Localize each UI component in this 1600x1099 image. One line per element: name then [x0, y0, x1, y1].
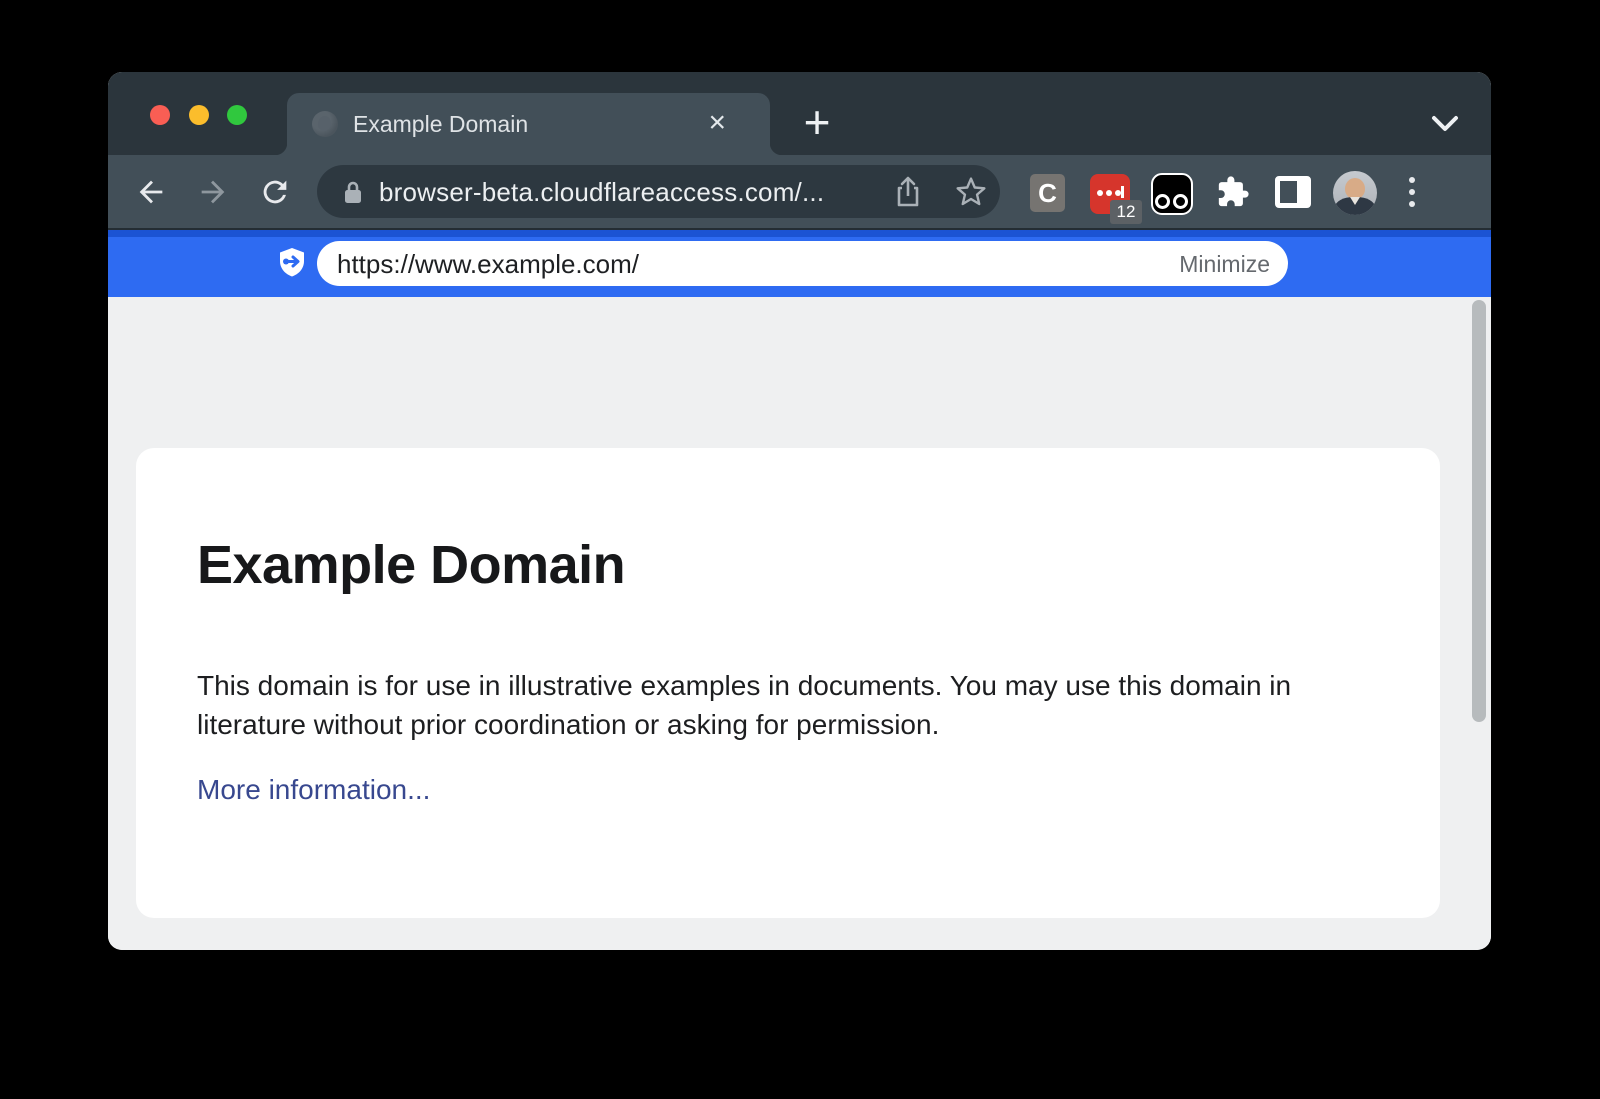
browser-window: Example Domain × + browser-beta.cloudfla…	[108, 72, 1491, 950]
tab-search-chevron-icon[interactable]	[1426, 110, 1464, 138]
extension-two-circles-icon[interactable]	[1151, 173, 1193, 215]
toolbar: browser-beta.cloudflareaccess.com/... C …	[108, 155, 1491, 228]
page-paragraph: This domain is for use in illustrative e…	[197, 666, 1352, 744]
forward-button[interactable]	[196, 175, 230, 209]
scrollbar-thumb[interactable]	[1472, 300, 1486, 722]
traffic-close-button[interactable]	[150, 105, 170, 125]
tab-example-domain[interactable]: Example Domain ×	[287, 93, 770, 155]
avatar-face	[1345, 178, 1365, 199]
profile-avatar[interactable]	[1333, 171, 1377, 215]
more-information-link[interactable]: More information...	[197, 774, 430, 806]
traffic-zoom-button[interactable]	[227, 105, 247, 125]
password-dots-icon	[1097, 190, 1103, 196]
minimize-button[interactable]: Minimize	[1179, 251, 1270, 278]
tab-title: Example Domain	[353, 111, 528, 138]
new-tab-button[interactable]: +	[794, 101, 840, 147]
reload-button[interactable]	[258, 175, 292, 209]
back-button[interactable]	[134, 175, 168, 209]
circle-left-icon	[1155, 194, 1170, 209]
extension-letter-c-icon[interactable]: C	[1030, 174, 1065, 212]
extension-badge-count: 12	[1110, 200, 1142, 224]
share-icon[interactable]	[893, 176, 923, 208]
circle-right-icon	[1173, 194, 1188, 209]
bookmark-star-icon[interactable]	[955, 176, 987, 208]
side-panel-icon[interactable]	[1275, 176, 1311, 208]
isolation-url-value[interactable]: https://www.example.com/	[337, 249, 639, 280]
extension-password-manager-icon[interactable]: 12	[1090, 174, 1130, 214]
address-url-text[interactable]: browser-beta.cloudflareaccess.com/...	[379, 177, 824, 208]
tab-strip: Example Domain × +	[108, 72, 1491, 155]
extensions-puzzle-icon[interactable]	[1216, 175, 1250, 209]
globe-favicon-icon	[312, 111, 338, 137]
lock-icon	[341, 179, 365, 205]
page-title: Example Domain	[197, 534, 625, 596]
cursor-bar-icon	[1121, 186, 1124, 198]
isolation-url-input[interactable]: https://www.example.com/ Minimize	[317, 241, 1288, 286]
isolation-bar: https://www.example.com/ Minimize	[108, 228, 1491, 297]
address-bar[interactable]: browser-beta.cloudflareaccess.com/...	[317, 165, 1000, 218]
page-viewport: Example Domain This domain is for use in…	[108, 297, 1491, 950]
shield-arrow-icon	[277, 246, 307, 278]
tab-close-icon[interactable]: ×	[708, 107, 726, 139]
content-card: Example Domain This domain is for use in…	[136, 448, 1440, 918]
browser-menu-kebab-icon[interactable]	[1409, 175, 1415, 209]
traffic-minimize-button[interactable]	[189, 105, 209, 125]
